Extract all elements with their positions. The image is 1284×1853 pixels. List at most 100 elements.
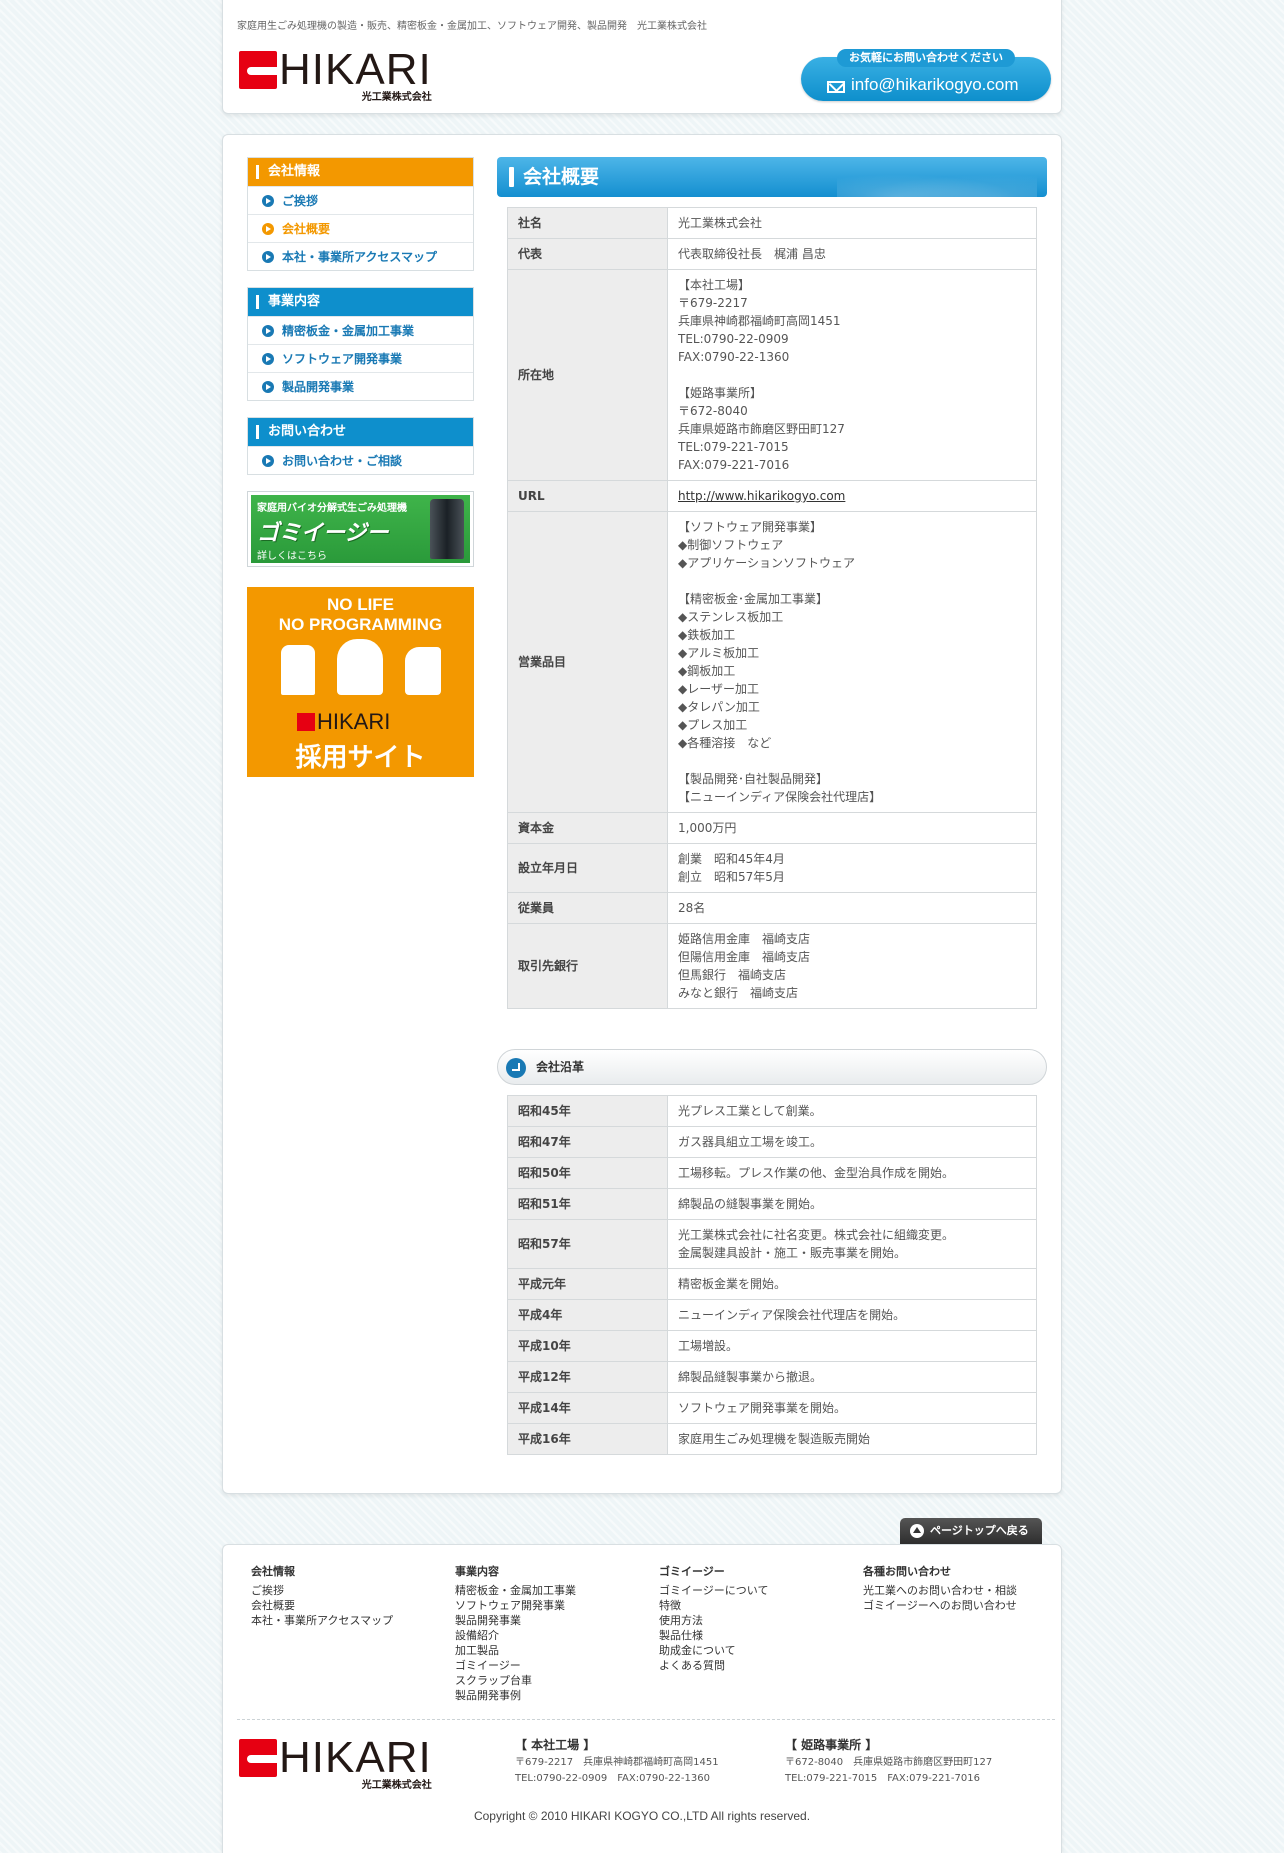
table-row: 所在地 【本社工場】 〒679-2217 兵庫県神崎郡福崎町高岡1451 TEL:… — [507, 269, 1037, 481]
sidebar-item[interactable]: ソフトウェア開発事業 — [248, 344, 473, 372]
footer-column: 事業内容精密板金・金属加工事業 ソフトウェア開発事業 製品開発事業 設備紹介 加工製品ゴ… — [455, 1563, 576, 1703]
footer-link[interactable]: スクラップ台車 — [455, 1673, 576, 1688]
row-label: 営業品目 — [507, 511, 668, 813]
address-title: 【 姫路事業所 】 — [785, 1738, 878, 1752]
footer-link[interactable]: 製品開発事例 — [455, 1688, 576, 1703]
page-title: 会社概要 — [497, 157, 1047, 197]
footer-logo: HIKARI 光工業株式会社 — [239, 1733, 432, 1791]
row-label: 資本金 — [507, 812, 668, 844]
sidebar-menu: 事業内容 精密板金・金属加工事業 ソフトウェア開発事業 製品開発事業 — [247, 287, 474, 401]
footer-link[interactable]: 助成金について — [659, 1643, 768, 1658]
footer-link[interactable]: 会社概要 — [251, 1598, 393, 1613]
recruit-logo: HIKARI — [297, 709, 390, 735]
row-label: 従業員 — [507, 892, 668, 924]
chevron-right-icon — [262, 251, 274, 263]
sidebar-item[interactable]: 会社概要 — [248, 214, 473, 242]
row-value: 精密板金業を開始。 — [667, 1268, 1037, 1300]
row-label: 昭和50年 — [507, 1157, 668, 1189]
sidebar-item-label: ご挨拶 — [282, 194, 319, 208]
sidebar-menu-title: 会社情報 — [248, 158, 473, 186]
gomi-easy-banner[interactable]: 家庭用バイオ分解式生ごみ処理機 ゴミイージー 詳しくはこちら — [247, 491, 474, 567]
table-row: 昭和50年 工場移転。プレス作業の他、金型治具作成を開始。 — [507, 1157, 1037, 1189]
footer-link[interactable]: ゴミイージー — [455, 1658, 576, 1673]
footer-address: 【 本社工場 】〒679-2217 兵庫県神崎郡福崎町高岡1451 TEL:079… — [515, 1737, 719, 1787]
logo-company-name: 光工業株式会社 — [361, 1780, 432, 1791]
content-area: 会社概要 社名 光工業株式会社 代表 代表取締役社長 梶浦 昌忠 所在地 【本社工場】 〒… — [497, 157, 1047, 1455]
footer-link[interactable]: 加工製品 — [455, 1643, 576, 1658]
sidebar-item[interactable]: 製品開発事業 — [248, 372, 473, 400]
contact-email-button[interactable]: お気軽にお問い合わせください info@hikarikogyo.com — [801, 49, 1051, 101]
footer-link[interactable]: 精密板金・金属加工事業 — [455, 1583, 576, 1598]
table-row: 昭和57年 光工業株式会社に社名変更。株式会社に組織変更。 金属製建具設計・施工・… — [507, 1219, 1037, 1269]
mail-icon — [827, 81, 845, 93]
recruit-site-label: 採用サイト — [295, 743, 426, 773]
row-label: 平成14年 — [507, 1392, 668, 1424]
row-label: 平成16年 — [507, 1423, 668, 1455]
sidebar: 会社情報ご挨拶会社概要本社・事業所アクセスマップ事業内容 精密板金・金属加工事業ソ… — [247, 157, 474, 777]
company-history-table: 昭和45年 光プレス工業として創業。 昭和47年 ガス器具組立工場を竣工。 昭和50年工… — [507, 1095, 1037, 1455]
table-row: 平成14年 ソフトウェア開発事業を開始。 — [507, 1392, 1037, 1424]
recruit-banner[interactable]: NO LIFE NO PROGRAMMING HIKARI 採用サイト — [247, 587, 474, 777]
chevron-right-icon — [262, 195, 274, 207]
page-top-button[interactable]: ページトップへ戻る — [900, 1518, 1042, 1544]
site-logo[interactable]: HIKARI 光工業株式会社 — [239, 48, 432, 103]
row-label: 昭和57年 — [507, 1219, 668, 1269]
row-value: 姫路信用金庫 福崎支店 但陽信用金庫 福崎支店 但馬銀行 福崎支店 みなと銀行 … — [667, 923, 1037, 1009]
sidebar-item[interactable]: お問い合わせ・ご相談 — [248, 446, 473, 474]
footer-column-title: 事業内容 — [455, 1565, 499, 1578]
garbage-processor-image — [430, 499, 464, 559]
row-value: 代表取締役社長 梶浦 昌忠 — [667, 238, 1037, 270]
row-value: 創業 昭和45年4月 創立 昭和57年5月 — [667, 843, 1037, 893]
address-title: 【 本社工場 】 — [515, 1738, 596, 1752]
footer-link[interactable]: ゴミイージーへのお問い合わせ — [863, 1598, 1017, 1613]
main-panel: 会社情報 ご挨拶 会社概要 本社・事業所アクセスマップ 事業内容 精密板金・金属加工事業ソ… — [222, 134, 1062, 1494]
row-label: 取引先銀行 — [507, 923, 668, 1009]
footer-link[interactable]: 特徴 — [659, 1598, 768, 1613]
table-row: 社名 光工業株式会社 — [507, 207, 1037, 239]
chevron-right-icon — [262, 223, 274, 235]
footer-link[interactable]: 設備紹介 — [455, 1628, 576, 1643]
sidebar-item[interactable]: 本社・事業所アクセスマップ — [248, 242, 473, 270]
sidebar-item[interactable]: 精密板金・金属加工事業 — [248, 316, 473, 344]
table-row: 取引先銀行 姫路信用金庫 福崎支店 但陽信用金庫 福崎支店 但馬銀行 福崎支店 み… — [507, 923, 1037, 1009]
contact-caption: お気軽にお問い合わせください — [837, 49, 1015, 67]
footer-column: 各種お問い合わせ光工業へのお問い合わせ・相談 ゴミイージーへのお問い合わせ — [863, 1563, 1017, 1613]
website-link[interactable]: http://www.hikarikogyo.com — [678, 489, 845, 503]
logo-word: HIKARI — [279, 1733, 432, 1782]
footer-link[interactable]: ソフトウェア開発事業 — [455, 1598, 576, 1613]
table-row: 平成10年 工場増設。 — [507, 1330, 1037, 1362]
footer-link[interactable]: 本社・事業所アクセスマップ — [251, 1613, 393, 1628]
address-line2: TEL:079-221-7015 FAX:079-221-7016 — [785, 1773, 980, 1784]
table-row: 平成元年 精密板金業を開始。 — [507, 1268, 1037, 1300]
logo-company-name: 光工業株式会社 — [361, 92, 432, 103]
footer-column: ゴミイージー ゴミイージーについて 特徴 使用方法 製品仕様 助成金について よくある質問 — [659, 1563, 768, 1673]
footer-link[interactable]: ご挨拶 — [251, 1583, 393, 1598]
row-value: http://www.hikarikogyo.com — [667, 480, 1037, 512]
footer-link[interactable]: 光工業へのお問い合わせ・相談 — [863, 1583, 1017, 1598]
footer-column-title: 各種お問い合わせ — [863, 1565, 951, 1578]
page-top-label: ページトップへ戻る — [930, 1524, 1029, 1537]
row-label: 所在地 — [507, 269, 668, 481]
row-value: 綿製品の縫製事業を開始。 — [667, 1188, 1037, 1220]
footer-link[interactable]: 製品開発事業 — [455, 1613, 576, 1628]
sidebar-item-label: お問い合わせ・ご相談 — [282, 454, 403, 468]
row-value: 光工業株式会社 — [667, 207, 1037, 239]
history-heading: 会社沿革 — [497, 1049, 1047, 1085]
footer-link[interactable]: よくある質問 — [659, 1658, 768, 1673]
sidebar-item[interactable]: ご挨拶 — [248, 186, 473, 214]
row-label: 社名 — [507, 207, 668, 239]
sidebar-menu: お問い合わせ お問い合わせ・ご相談 — [247, 417, 474, 475]
row-label: 平成12年 — [507, 1361, 668, 1393]
footer-divider — [237, 1719, 1055, 1720]
sidebar-menus: 会社情報ご挨拶会社概要本社・事業所アクセスマップ事業内容 精密板金・金属加工事業ソ… — [247, 157, 474, 475]
row-value: 光プレス工業として創業。 — [667, 1095, 1037, 1127]
footer-link[interactable]: ゴミイージーについて — [659, 1583, 768, 1598]
sidebar-item-label: 会社概要 — [282, 222, 331, 236]
address-line1: 〒672-8040 兵庫県姫路市飾磨区野田町127 — [785, 1757, 993, 1768]
table-row: 営業品目 【ソフトウェア開発事業】 ◆制御ソフトウェア ◆アプリケーションソフトウ… — [507, 511, 1037, 813]
footer-link[interactable]: 製品仕様 — [659, 1628, 768, 1643]
recruit-line2: NO PROGRAMMING — [278, 615, 443, 634]
sidebar-menu: 会社情報ご挨拶会社概要本社・事業所アクセスマップ — [247, 157, 474, 271]
table-row: 昭和51年 綿製品の縫製事業を開始。 — [507, 1188, 1037, 1220]
footer-link[interactable]: 使用方法 — [659, 1613, 768, 1628]
